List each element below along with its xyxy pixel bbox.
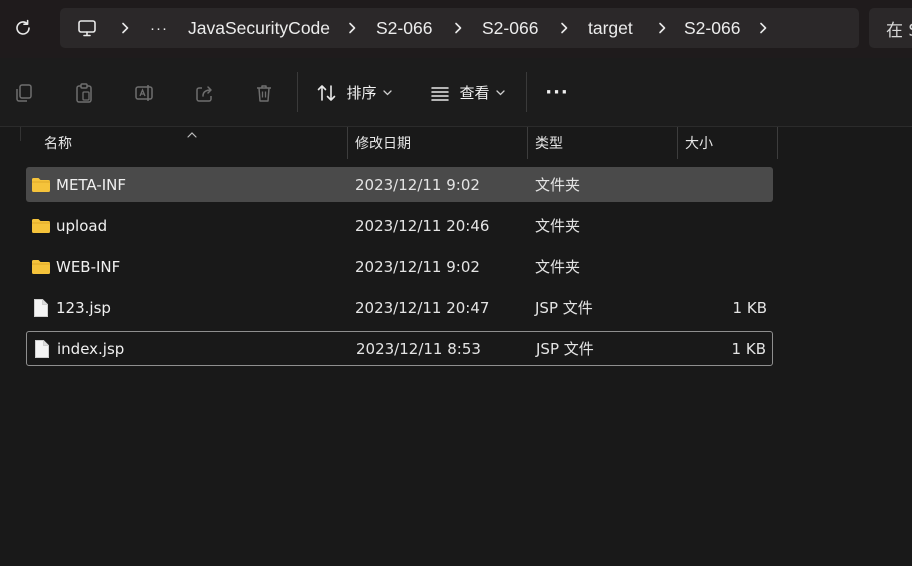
file-modified: 2023/12/11 8:53 <box>356 339 481 358</box>
folder-icon <box>30 208 52 243</box>
breadcrumb-item-s2-066-inner[interactable]: S2-066 <box>482 8 540 48</box>
search-placeholder: 在 S <box>886 20 912 41</box>
more-icon: ··· <box>545 82 569 103</box>
breadcrumb[interactable]: ··· JavaSecurityCode S2-066 S2-066 targe… <box>60 8 859 48</box>
file-size: 1 KB <box>732 298 767 317</box>
chevron-down-icon <box>495 89 505 96</box>
copy-button[interactable] <box>8 58 40 127</box>
file-row[interactable]: WEB-INF 2023/12/11 9:02 文件夹 <box>26 249 773 284</box>
sort-label: 排序 <box>346 84 377 102</box>
column-label: 名称 <box>44 136 72 152</box>
file-name: upload <box>56 216 108 235</box>
toolbar-divider <box>526 72 527 112</box>
sort-button[interactable]: 排序 <box>312 58 396 127</box>
file-list: 名称 修改日期 类型 大小 META-INF 2023/12/11 9:02 文… <box>0 127 912 566</box>
file-row[interactable]: META-INF 2023/12/11 9:02 文件夹 <box>26 167 773 202</box>
refresh-button[interactable] <box>8 13 38 43</box>
breadcrumb-item-s2-066[interactable]: S2-066 <box>376 8 434 48</box>
column-label: 修改日期 <box>355 136 411 152</box>
clipboard-icon <box>76 82 92 103</box>
file-name: index.jsp <box>57 339 125 358</box>
copy-icon <box>16 83 32 102</box>
chevron-right-icon[interactable] <box>640 8 684 48</box>
chevron-right-icon[interactable] <box>434 8 482 48</box>
column-divider[interactable] <box>777 127 778 159</box>
file-modified: 2023/12/11 9:02 <box>355 257 480 276</box>
share-button[interactable] <box>188 58 220 127</box>
breadcrumb-item-current[interactable]: S2-066 <box>684 8 744 48</box>
share-icon <box>196 85 212 102</box>
file-icon <box>31 332 53 365</box>
view-button[interactable]: 查看 <box>424 58 510 127</box>
file-row[interactable]: upload 2023/12/11 20:46 文件夹 <box>26 208 773 243</box>
folder-icon <box>30 249 52 284</box>
chevron-right-icon[interactable] <box>540 8 588 48</box>
this-pc-button[interactable] <box>74 8 100 48</box>
command-bar: 排序 查看 ··· <box>0 58 912 127</box>
monitor-icon <box>78 20 96 37</box>
view-label: 查看 <box>459 84 490 102</box>
file-type: JSP 文件 <box>535 299 593 317</box>
file-type: 文件夹 <box>535 176 581 194</box>
chevron-right-icon[interactable] <box>100 8 150 48</box>
breadcrumb-overflow[interactable]: ··· <box>150 8 188 48</box>
trash-icon <box>257 84 271 102</box>
more-options-button[interactable]: ··· <box>540 58 574 127</box>
chevron-right-icon[interactable] <box>328 8 376 48</box>
delete-button[interactable] <box>248 58 280 127</box>
rename-button[interactable] <box>128 58 160 127</box>
column-label: 大小 <box>685 136 713 152</box>
breadcrumb-item-target[interactable]: target <box>588 8 640 48</box>
paste-button[interactable] <box>68 58 100 127</box>
file-modified: 2023/12/11 20:46 <box>355 216 490 235</box>
rename-icon <box>135 84 153 101</box>
chevron-right-icon[interactable] <box>744 8 782 48</box>
folder-icon <box>30 167 52 202</box>
address-bar: ··· JavaSecurityCode S2-066 S2-066 targe… <box>0 0 912 58</box>
file-size: 1 KB <box>731 339 766 358</box>
file-row[interactable]: index.jsp 2023/12/11 8:53 JSP 文件 1 KB <box>26 331 773 366</box>
file-type: 文件夹 <box>535 258 581 276</box>
view-list-icon <box>431 86 450 101</box>
list-edge <box>20 127 21 141</box>
breadcrumb-item-javasecuritycode[interactable]: JavaSecurityCode <box>188 8 330 48</box>
file-type: JSP 文件 <box>536 340 594 358</box>
file-type: 文件夹 <box>535 217 581 235</box>
column-label: 类型 <box>535 136 563 152</box>
file-name: WEB-INF <box>56 257 121 276</box>
file-name: 123.jsp <box>56 298 111 317</box>
column-header-size[interactable]: 大小 <box>677 127 777 159</box>
refresh-icon <box>16 19 30 35</box>
file-name: META-INF <box>56 175 127 194</box>
column-header-modified[interactable]: 修改日期 <box>347 127 527 159</box>
toolbar-divider <box>297 72 298 112</box>
file-row[interactable]: 123.jsp 2023/12/11 20:47 JSP 文件 1 KB <box>26 290 773 325</box>
file-icon <box>30 290 52 325</box>
column-header-type[interactable]: 类型 <box>527 127 677 159</box>
search-input[interactable]: 在 S <box>869 8 912 48</box>
chevron-down-icon <box>382 89 392 96</box>
column-header-name[interactable]: 名称 <box>36 127 347 159</box>
file-modified: 2023/12/11 20:47 <box>355 298 490 317</box>
file-modified: 2023/12/11 9:02 <box>355 175 480 194</box>
sort-icon <box>318 84 336 101</box>
